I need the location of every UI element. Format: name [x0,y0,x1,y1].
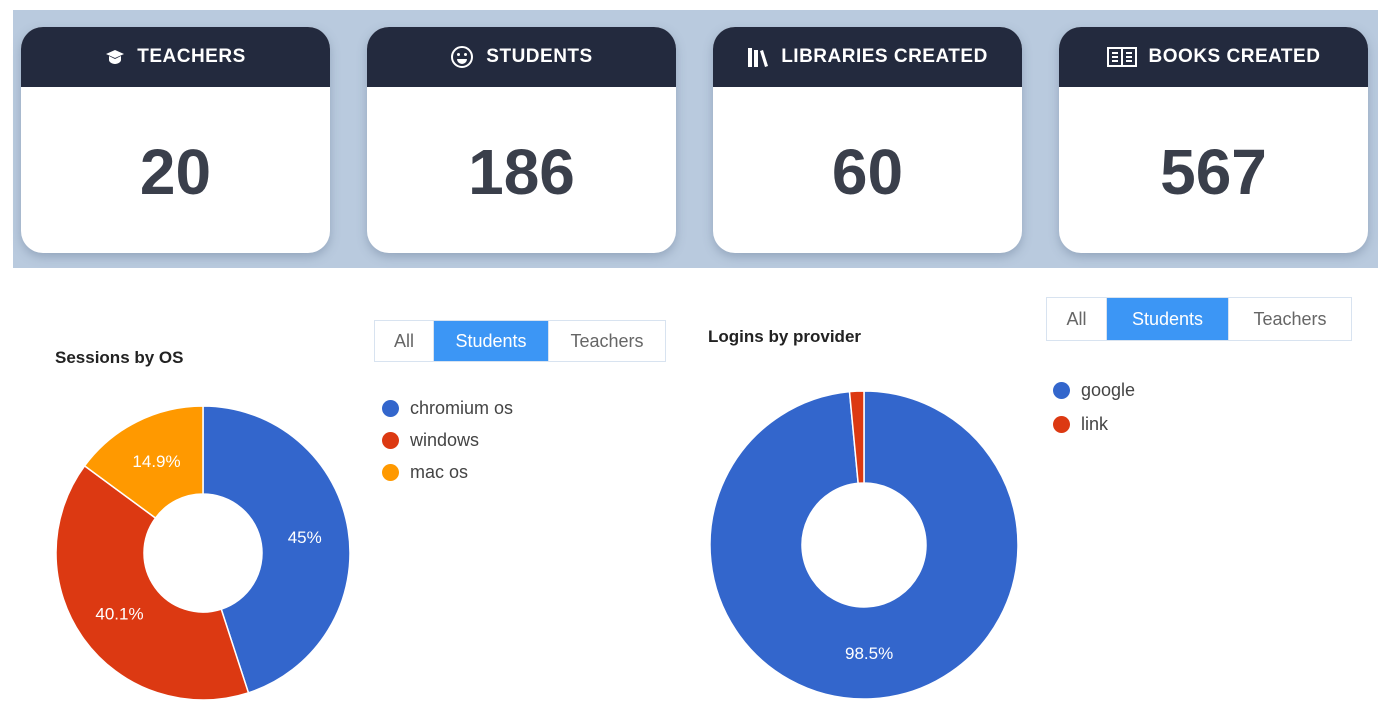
slice-label: 14.9% [132,452,180,471]
slice-label: 40.1% [95,604,143,623]
slice-label: 45% [288,528,322,547]
donut-charts: 45% 40.1% 14.9% 98.5% [55,390,1019,701]
slice-label: 98.5% [845,644,893,663]
